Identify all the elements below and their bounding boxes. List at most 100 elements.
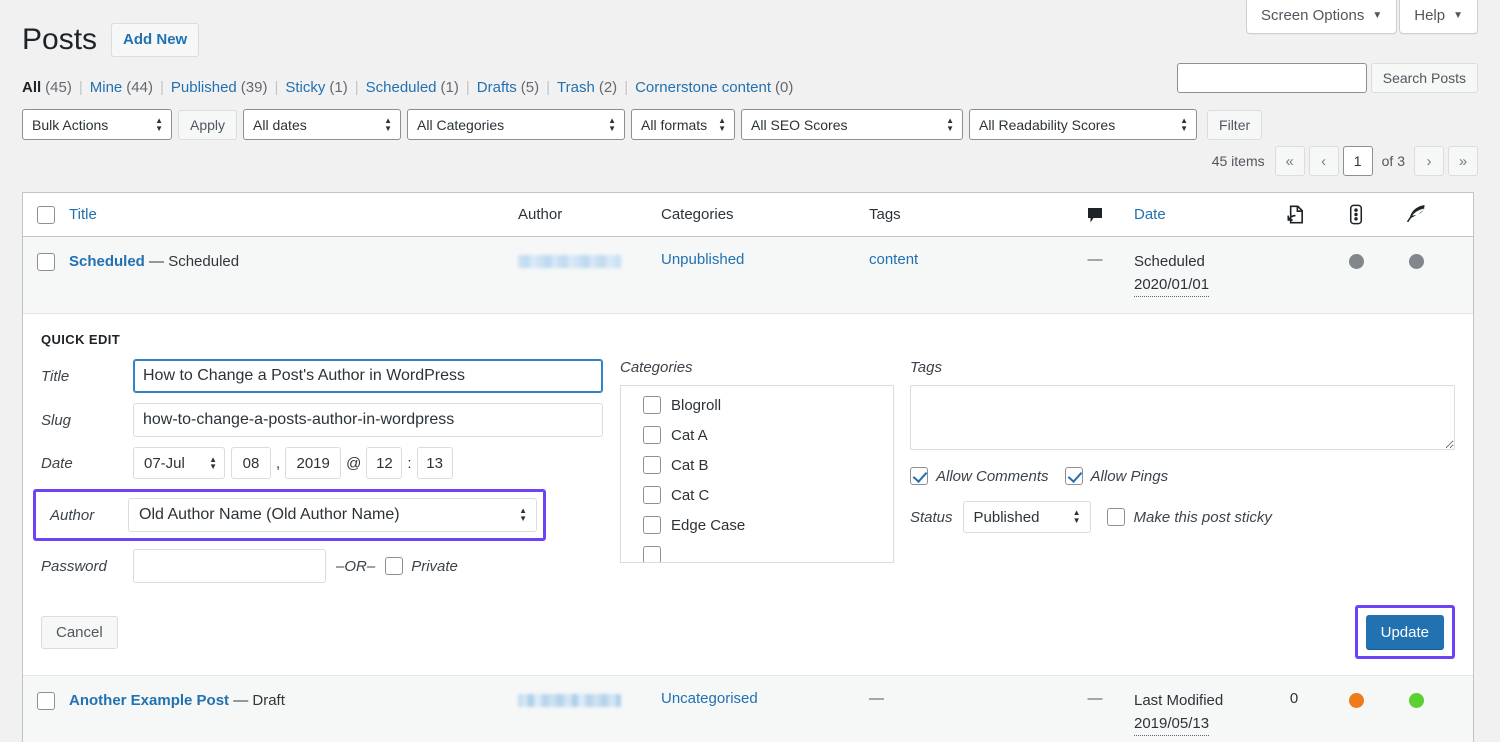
screen-meta-tabs: Screen Options ▼ Help ▼ [1246, 0, 1478, 34]
category-item[interactable]: Cat B [633, 456, 893, 474]
quick-edit-left-column: Title Slug Date 07-Jul ▲▼ [41, 359, 620, 593]
category-checkbox[interactable] [643, 486, 661, 504]
password-input[interactable] [133, 549, 326, 583]
status-link-published[interactable]: Published [171, 79, 237, 96]
column-header-date-link[interactable]: Date [1134, 206, 1166, 223]
column-header-comments [1056, 205, 1134, 225]
title-input[interactable] [133, 359, 603, 393]
category-item[interactable]: Cat C [633, 486, 893, 504]
all-seo-scores-select[interactable]: All SEO Scores ▲▼ [741, 109, 963, 140]
status-link-mine[interactable]: Mine [90, 79, 123, 96]
status-link-sticky[interactable]: Sticky [285, 79, 325, 96]
status-row: Status Published ▲▼ Make this post stick… [910, 501, 1455, 533]
status-link-all[interactable]: All [22, 79, 41, 96]
status-link-cornerstone-content[interactable]: Cornerstone content [635, 79, 771, 96]
date-month-select[interactable]: 07-Jul ▲▼ [133, 447, 225, 479]
spinner-arrows-icon: ▲▼ [1073, 510, 1081, 524]
row-category-link[interactable]: Unpublished [661, 251, 744, 268]
date-hour-input[interactable]: 12 [366, 447, 402, 479]
column-header-date[interactable]: Date [1134, 206, 1263, 223]
filter-button[interactable]: Filter [1207, 110, 1262, 140]
row-tags-cell: content [869, 251, 1056, 268]
table-row[interactable]: Scheduled — Scheduled Unpublished conten… [23, 237, 1473, 314]
help-tab[interactable]: Help ▼ [1399, 0, 1478, 34]
allow-comments-checkbox[interactable] [910, 467, 928, 485]
row-title-state: — Draft [233, 692, 285, 709]
date-minute-input[interactable]: 13 [417, 447, 453, 479]
row-comments-cell: — [1056, 251, 1134, 268]
category-item[interactable]: Blogroll [633, 396, 893, 414]
sticky-checkbox[interactable] [1107, 508, 1125, 526]
status-count-drafts: (5) [521, 79, 539, 96]
row-date-cell: Scheduled 2020/01/01 [1134, 251, 1263, 297]
column-header-title-link[interactable]: Title [69, 206, 97, 223]
allow-pings-checkbox[interactable] [1065, 467, 1083, 485]
add-new-button[interactable]: Add New [111, 23, 199, 58]
update-button-highlight: Update [1355, 605, 1455, 659]
date-comma: , [276, 455, 280, 472]
author-select[interactable]: Old Author Name (Old Author Name) ▲▼ [128, 498, 537, 532]
row-checkbox[interactable] [37, 692, 55, 710]
next-page-button[interactable]: › [1414, 146, 1444, 176]
screen-options-tab[interactable]: Screen Options ▼ [1246, 0, 1397, 34]
date-field-label: Date [41, 455, 133, 472]
category-checkbox[interactable] [643, 396, 661, 414]
all-dates-select[interactable]: All dates ▲▼ [243, 109, 401, 140]
all-categories-select[interactable]: All Categories ▲▼ [407, 109, 625, 140]
row-tag-link[interactable]: content [869, 251, 918, 268]
category-item[interactable]: Edge Case [633, 516, 893, 534]
first-page-button[interactable]: « [1275, 146, 1305, 176]
select-all-checkbox[interactable] [37, 206, 55, 224]
quick-edit-password-row: Password –OR– Private [41, 549, 620, 583]
private-checkbox[interactable] [385, 557, 403, 575]
category-label: Cat B [671, 457, 709, 474]
posts-table: Title Author Categories Tags Date [22, 192, 1474, 742]
quick-edit-body: Title Slug Date 07-Jul ▲▼ [23, 359, 1473, 593]
categories-checklist[interactable]: Blogroll Cat A Cat B Cat C [620, 385, 894, 563]
status-link-drafts[interactable]: Drafts [477, 79, 517, 96]
bulk-actions-select[interactable]: Bulk Actions ▲▼ [22, 109, 172, 140]
search-input[interactable] [1177, 63, 1367, 93]
category-checkbox[interactable] [643, 456, 661, 474]
column-header-title[interactable]: Title [69, 206, 518, 223]
password-field-label: Password [41, 558, 133, 575]
category-checkbox[interactable] [643, 516, 661, 534]
category-checkbox[interactable] [643, 546, 661, 563]
slug-input[interactable] [133, 403, 603, 437]
date-year-input[interactable]: 2019 [285, 447, 341, 479]
quick-edit-categories-column: Categories Blogroll Cat A Cat B [620, 359, 894, 593]
row-title-link[interactable]: Another Example Post [69, 692, 229, 709]
category-label: Cat C [671, 487, 709, 504]
category-item-partial[interactable] [633, 546, 893, 563]
row-checkbox[interactable] [37, 253, 55, 271]
current-page-input[interactable]: 1 [1343, 146, 1373, 176]
category-item[interactable]: Cat A [633, 426, 893, 444]
row-date-cell: Last Modified 2019/05/13 [1134, 690, 1263, 736]
update-button[interactable]: Update [1366, 615, 1444, 649]
status-link-trash[interactable]: Trash [557, 79, 595, 96]
apply-button[interactable]: Apply [178, 110, 237, 140]
divider: | [466, 79, 470, 96]
column-header-categories: Categories [661, 206, 869, 223]
row-categories-cell: Uncategorised [661, 690, 869, 707]
tags-textarea[interactable] [910, 385, 1455, 450]
last-page-button[interactable]: » [1448, 146, 1478, 176]
status-select[interactable]: Published ▲▼ [963, 501, 1091, 533]
all-formats-select[interactable]: All formats ▲▼ [631, 109, 735, 140]
cancel-button[interactable]: Cancel [41, 616, 118, 649]
help-label: Help [1414, 7, 1445, 24]
chevron-down-icon: ▼ [1372, 11, 1382, 21]
all-readability-scores-select[interactable]: All Readability Scores ▲▼ [969, 109, 1197, 140]
date-day-input[interactable]: 08 [231, 447, 271, 479]
row-title-link[interactable]: Scheduled [69, 253, 145, 270]
divider: | [79, 79, 83, 96]
all-formats-value: All formats [641, 117, 707, 133]
category-checkbox[interactable] [643, 426, 661, 444]
column-header-tags: Tags [869, 206, 1056, 223]
search-posts-button[interactable]: Search Posts [1371, 63, 1478, 93]
spinner-arrows-icon: ▲▼ [718, 118, 726, 132]
prev-page-button[interactable]: ‹ [1309, 146, 1339, 176]
row-category-link[interactable]: Uncategorised [661, 690, 758, 707]
table-row[interactable]: Another Example Post — Draft Uncategoris… [23, 676, 1473, 742]
status-link-scheduled[interactable]: Scheduled [366, 79, 437, 96]
